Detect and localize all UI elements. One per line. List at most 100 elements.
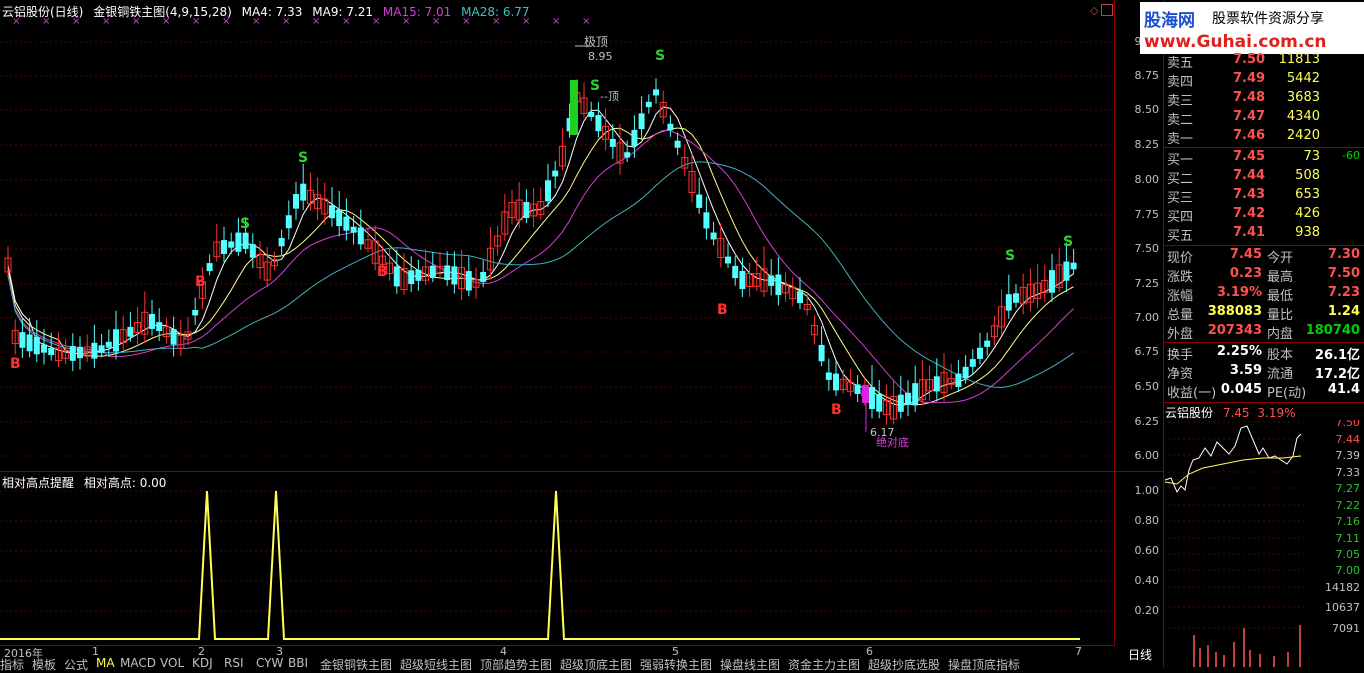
mini-tick-label: 7091	[1332, 622, 1360, 635]
order-book-row[interactable]: 卖一 7.46 2420	[1165, 128, 1362, 147]
stat-value: 17.2亿	[1314, 367, 1360, 382]
order-book-row[interactable]: 买二 7.44 508	[1165, 168, 1362, 187]
indicator-tab[interactable]: VOL	[160, 656, 184, 670]
ob-label: 卖五	[1167, 56, 1194, 71]
oscillator-title: 相对高点提醒 相对高点: 0.00	[2, 474, 166, 491]
ob-volume: 4340	[1286, 109, 1320, 124]
candle-body	[480, 272, 487, 282]
order-book-row[interactable]: 卖三 7.48 3683	[1165, 90, 1362, 109]
candle-body	[91, 342, 98, 359]
buy-signal: B	[831, 402, 842, 418]
stock-title: 云铝股份(日线)	[2, 5, 84, 19]
candle-body	[1005, 294, 1012, 311]
intraday-axis: 7.50 7.44 7.39 7.33 7.27 7.22 7.16 7.11 7.05 7.00…	[1163, 420, 1360, 635]
indicator-tab[interactable]: 强弱转换主图	[640, 656, 712, 673]
indicator-tab[interactable]: CYW	[256, 656, 283, 670]
order-book-row[interactable]: 买四 7.42 426	[1165, 206, 1362, 225]
stat-label: 净资	[1167, 367, 1194, 382]
indicator-tab[interactable]: KDJ	[192, 656, 213, 670]
stat-row: 净资 3.59 流通 17.2亿	[1165, 363, 1362, 382]
candle-body	[1063, 261, 1070, 281]
order-book-row[interactable]: 卖五 7.50 11813	[1165, 52, 1362, 71]
mini-tick-label: 7.39	[1336, 449, 1361, 462]
period-tab[interactable]: 日线	[1120, 645, 1160, 665]
sell-signal: S	[1005, 248, 1015, 264]
stat-row: 外盘 207343 内盘 180740	[1165, 323, 1362, 342]
osc-tick-label: 0.40	[1134, 574, 1160, 587]
marker-x: ×	[552, 16, 560, 27]
order-book-row[interactable]: 买一 7.45 73 -60	[1165, 149, 1362, 168]
indicator-name: 金银铜铁主图(4,9,15,28)	[93, 5, 232, 19]
indicator-tab[interactable]: RSI	[224, 656, 244, 670]
indicator-tab[interactable]: 操盘线主图	[720, 656, 780, 673]
stat-value: 7.30	[1327, 247, 1360, 262]
candle-body	[645, 101, 652, 108]
candle-body	[192, 309, 199, 316]
intraday-chart[interactable]: 7.50 7.44 7.39 7.33 7.27 7.22 7.16 7.11 7.05 7.00…	[1163, 420, 1364, 667]
candle-body	[285, 215, 292, 229]
stat-label: 现价	[1167, 251, 1194, 266]
stat-label: 最高	[1267, 270, 1294, 285]
indicator-tab[interactable]: 金银铜铁主图	[320, 656, 392, 673]
orderbook-divider	[1163, 147, 1364, 148]
ma4-value: MA4: 7.33	[241, 5, 303, 19]
candle-body	[170, 329, 177, 345]
oscillator-chart[interactable]	[0, 472, 1115, 645]
price-gridlines	[0, 41, 1115, 457]
candle-body	[41, 344, 47, 353]
price-tick-label: 7.25	[1134, 277, 1160, 290]
indicator-tab[interactable]: 操盘顶底指标	[948, 656, 1020, 673]
order-book-row[interactable]: 卖二 7.47 4340	[1165, 109, 1362, 128]
candle-body	[336, 209, 343, 227]
stats-divider-2	[1163, 402, 1364, 403]
indicator-tab[interactable]: BBI	[288, 656, 308, 670]
buy-signal: B	[717, 302, 728, 318]
candle-body	[408, 270, 415, 285]
diamond-icon[interactable]: ◇	[1090, 4, 1098, 17]
indicator-tab[interactable]: 模板	[32, 656, 56, 673]
ob-label: 买四	[1167, 210, 1194, 225]
mini-tick-label: 14182	[1325, 581, 1360, 594]
indicator-tab[interactable]: 超级顶底主图	[560, 656, 632, 673]
mini-tick-label: 7.11	[1336, 532, 1361, 545]
pane-divider	[0, 471, 1163, 472]
price-tick-label: 8.75	[1134, 69, 1160, 82]
indicator-tab[interactable]: 超级抄底选股	[868, 656, 940, 673]
candle-body	[869, 386, 875, 410]
ob-price: 7.42	[1233, 206, 1266, 221]
indicator-tab[interactable]: 资金主力主图	[788, 656, 860, 673]
price-tick-label: 6.50	[1134, 380, 1160, 393]
stat-value: 41.4	[1327, 382, 1360, 397]
order-book-row[interactable]: 买五 7.41 938	[1165, 225, 1362, 244]
indicator-tab[interactable]: 顶部趋势主图	[480, 656, 552, 673]
osc-tick-label: 0.60	[1134, 544, 1160, 557]
logo-url: www.Guhai.com.cn	[1144, 32, 1327, 52]
top-highlight-candle	[570, 80, 578, 135]
candle-body	[969, 359, 976, 367]
indicator-tab[interactable]: MA	[96, 656, 115, 670]
indicator-tab[interactable]: 超级短线主图	[400, 656, 472, 673]
window-icon[interactable]	[1101, 4, 1113, 16]
price-tick-label: 7.00	[1134, 311, 1160, 324]
order-book-row[interactable]: 买三 7.43 653	[1165, 187, 1362, 206]
ob-label: 卖四	[1167, 75, 1194, 90]
candlestick-chart[interactable]: SSSSSSBBBBB× × × × × × × × × × × × × × × × × × × × 极顶 8.95 …	[0, 0, 1115, 472]
candle-body	[725, 256, 731, 264]
marker-x: ×	[582, 16, 590, 27]
candle-body	[984, 340, 991, 347]
candle-body	[235, 232, 242, 252]
price-tick-label: 6.25	[1134, 415, 1160, 428]
indicator-tab[interactable]: 公式	[64, 656, 88, 673]
ob-label: 买五	[1167, 229, 1194, 244]
ma4-line	[7, 106, 1074, 406]
mini-chart-title: 云铝股份 7.45 3.19%	[1165, 404, 1296, 421]
stat-row: 收益(一) 0.045 PE(动) 41.4	[1165, 382, 1362, 401]
order-book-row[interactable]: 卖四 7.49 5442	[1165, 71, 1362, 90]
ob-label: 买一	[1167, 153, 1194, 168]
indicator-tab[interactable]: 指标	[0, 656, 24, 673]
candle-body	[26, 334, 33, 352]
candle-body	[653, 89, 659, 96]
candle-body	[156, 322, 163, 332]
sell-signal: S	[1063, 234, 1073, 250]
indicator-tab[interactable]: MACD	[120, 656, 156, 670]
